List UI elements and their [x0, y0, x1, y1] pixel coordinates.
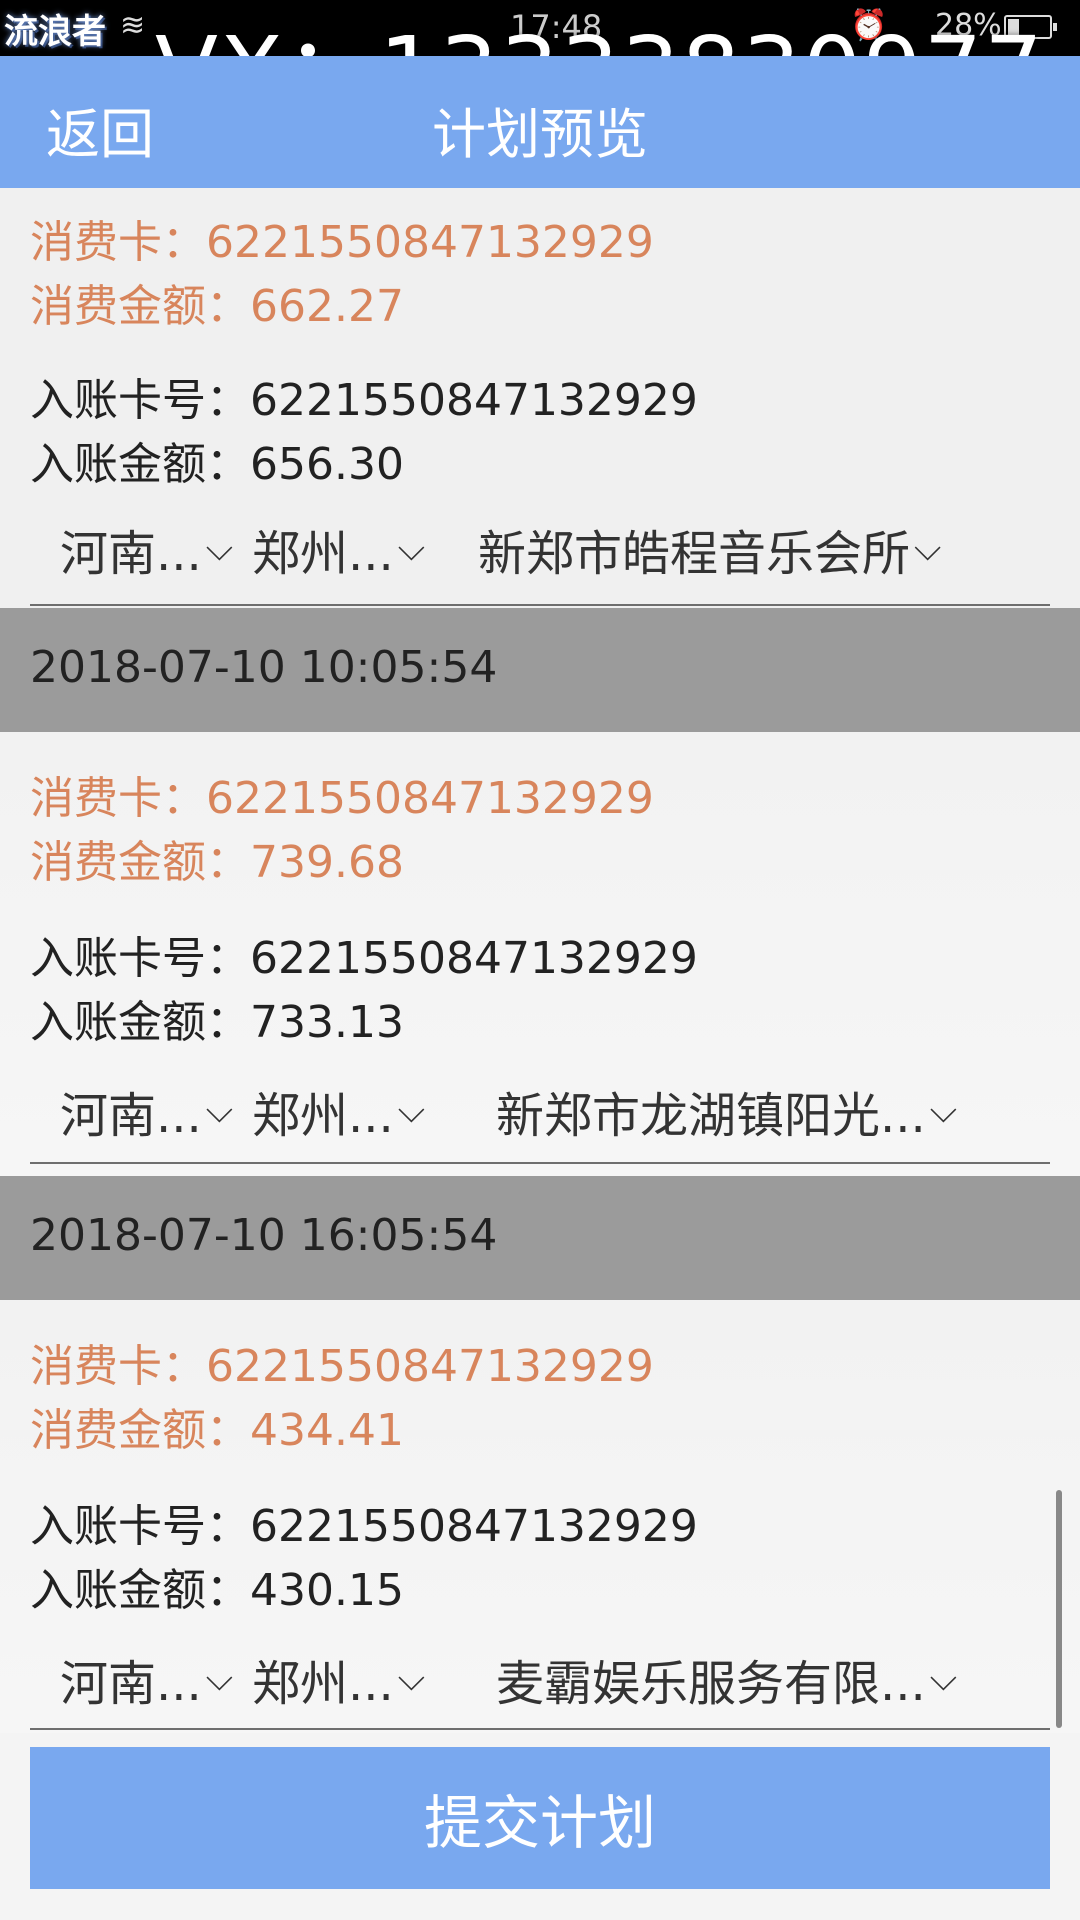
page-title: 计划预览 — [432, 103, 648, 166]
merchant-select[interactable]: 新郑市皓程音乐会所 ⌵ — [478, 514, 941, 584]
merchant-select[interactable]: 麦霸娱乐服务有限... ⌵ — [496, 1644, 957, 1714]
chevron-down-icon: ⌵ — [397, 528, 426, 569]
consume-amount-line: 消费金额：662.27 — [30, 281, 404, 332]
merchant-select[interactable]: 新郑市龙湖镇阳光... ⌵ — [496, 1076, 957, 1146]
divider — [30, 1162, 1050, 1164]
consume-card-line: 消费卡：6221550847132929 — [30, 217, 654, 268]
plan-date: 2018-07-10 16:05:54 — [30, 1210, 498, 1261]
chevron-down-icon: ⌵ — [929, 1658, 958, 1699]
chevron-down-icon: ⌵ — [397, 1658, 426, 1699]
deposit-amount-line: 入账金额：733.13 — [30, 997, 404, 1048]
scrollbar[interactable] — [1056, 1490, 1062, 1728]
deposit-card-line: 入账卡号：6221550847132929 — [30, 1501, 698, 1552]
divider — [30, 1728, 1050, 1730]
date-bar: 2018-07-10 16:05:54 — [0, 1176, 1080, 1300]
consume-amount-line: 消费金额：739.68 — [30, 837, 404, 888]
plan-item: 消费卡：6221550847132929 消费金额：434.41 入账卡号：62… — [0, 1300, 1080, 1733]
chevron-down-icon: ⌵ — [929, 1090, 958, 1131]
plan-date: 2018-07-10 10:05:54 — [30, 642, 498, 693]
city-select[interactable]: 郑州... ⌵ — [252, 1076, 425, 1146]
chevron-down-icon: ⌵ — [205, 1658, 234, 1699]
chevron-down-icon: ⌵ — [397, 1090, 426, 1131]
date-bar: 2018-07-10 10:05:54 — [0, 608, 1080, 732]
province-select[interactable]: 河南... ⌵ — [60, 1076, 233, 1146]
submit-plan-button[interactable]: 提交计划 — [30, 1747, 1050, 1889]
city-select[interactable]: 郑州... ⌵ — [252, 1644, 425, 1714]
consume-amount-line: 消费金额：434.41 — [30, 1405, 404, 1456]
chevron-down-icon: ⌵ — [205, 528, 234, 569]
plan-list[interactable]: 消费卡：6221550847132929 消费金额：662.27 入账卡号：62… — [0, 188, 1080, 1733]
consume-card-line: 消费卡：6221550847132929 — [30, 1341, 654, 1392]
plan-item: 消费卡：6221550847132929 消费金额：739.68 入账卡号：62… — [0, 732, 1080, 1178]
deposit-card-line: 入账卡号：6221550847132929 — [30, 933, 698, 984]
deposit-card-line: 入账卡号：6221550847132929 — [30, 375, 698, 426]
city-select[interactable]: 郑州... ⌵ — [252, 514, 425, 584]
app-header: 计划预览 返回 — [0, 56, 1080, 188]
carrier-label: 流浪者 — [4, 12, 106, 52]
chevron-down-icon: ⌵ — [914, 528, 942, 569]
deposit-amount-line: 入账金额：430.15 — [30, 1565, 404, 1616]
plan-item: 消费卡：6221550847132929 消费金额：662.27 入账卡号：62… — [0, 188, 1080, 608]
status-bar: 流浪者 ≋ 17:48 ⏰ 28% VX：13333830977 — [0, 0, 1080, 124]
chevron-down-icon: ⌵ — [205, 1090, 234, 1131]
consume-card-line: 消费卡：6221550847132929 — [30, 773, 654, 824]
divider — [30, 604, 1050, 606]
deposit-amount-line: 入账金额：656.30 — [30, 439, 404, 490]
back-button[interactable]: 返回 — [46, 90, 154, 169]
province-select[interactable]: 河南... ⌵ — [60, 514, 233, 584]
province-select[interactable]: 河南... ⌵ — [60, 1644, 233, 1714]
wifi-icon: ≋ — [120, 8, 146, 43]
